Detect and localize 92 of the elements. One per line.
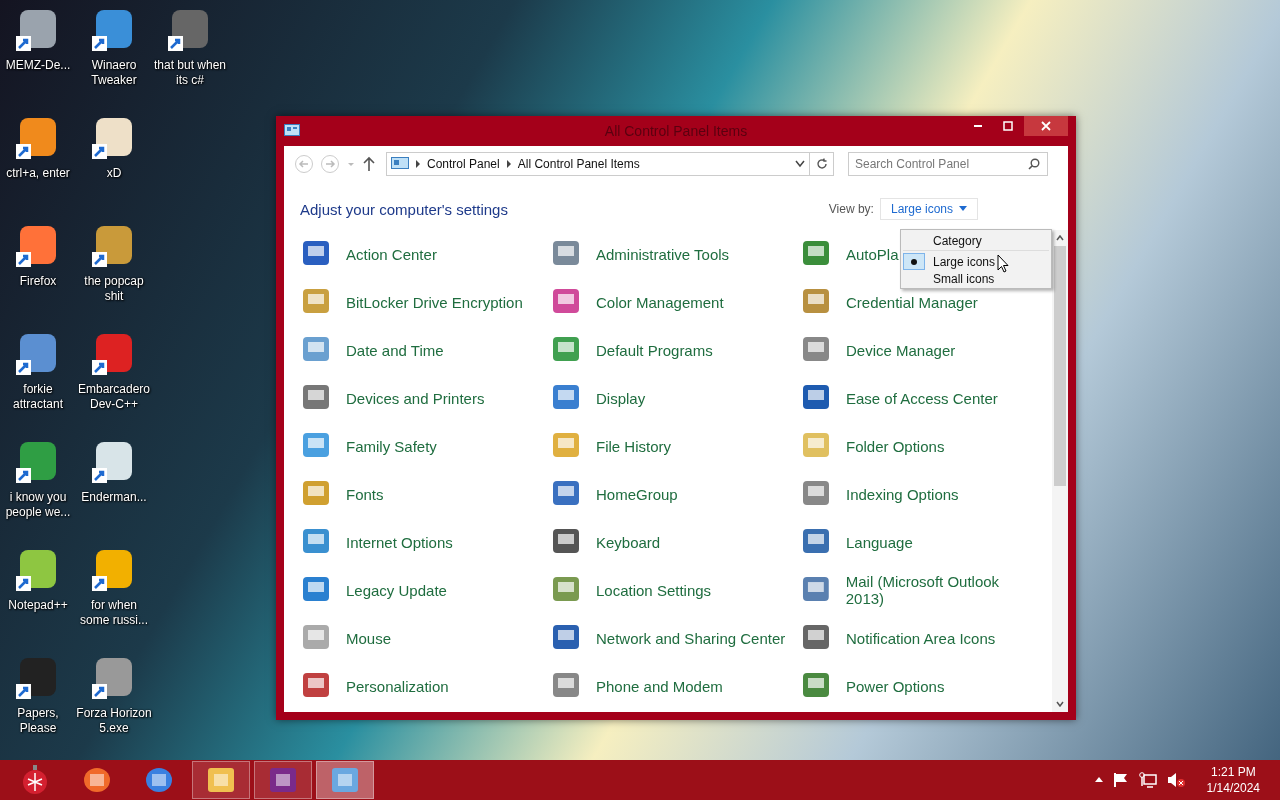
address-bar[interactable]: Control Panel All Control Panel Items — [386, 152, 810, 176]
close-button[interactable] — [1024, 116, 1068, 136]
app-icon — [330, 765, 360, 795]
desktop-shortcut[interactable]: i know you people we... — [0, 436, 76, 522]
control-panel-icon — [391, 157, 409, 171]
flag-icon[interactable] — [1112, 773, 1129, 787]
settings-item[interactable]: Ease of Access Center — [800, 381, 998, 415]
scrollbar-thumb[interactable] — [1054, 246, 1066, 486]
desktop-shortcut[interactable]: Embarcadero Dev-C++ — [76, 328, 152, 414]
settings-item[interactable]: Language — [800, 525, 913, 559]
menu-item[interactable]: Small icons — [903, 270, 1049, 287]
settings-item[interactable]: Network and Sharing Center — [550, 621, 786, 655]
mouse-cursor-icon — [997, 254, 1009, 273]
settings-item[interactable]: HomeGroup — [550, 477, 678, 511]
chevron-down-icon[interactable] — [795, 160, 805, 168]
control-panel-icon — [284, 124, 300, 138]
settings-item[interactable]: Phone and Modem — [550, 669, 723, 703]
settings-item[interactable]: Mail (Microsoft Outlook 2013) — [800, 573, 1040, 607]
window-title: All Control Panel Items — [603, 123, 749, 139]
scrollbar[interactable] — [1052, 230, 1068, 712]
up-button[interactable] — [362, 156, 376, 172]
chevron-down-icon — [1056, 701, 1064, 707]
settings-item[interactable]: File History — [550, 429, 671, 463]
page-heading: Adjust your computer's settings — [300, 200, 508, 218]
chevron-up-icon — [1056, 235, 1064, 241]
bullet-icon — [911, 258, 917, 265]
clock-time: 1:21 PM — [1210, 764, 1256, 780]
breadcrumb-item[interactable]: Control Panel — [427, 157, 500, 171]
search-icon — [1028, 158, 1040, 170]
settings-item[interactable]: AutoPla — [800, 237, 899, 271]
chevron-icon — [505, 160, 512, 168]
network-icon[interactable] — [1138, 772, 1157, 788]
settings-item[interactable]: Default Programs — [550, 333, 713, 367]
caret-up-icon[interactable] — [1094, 777, 1103, 783]
settings-item[interactable]: Device Manager — [800, 333, 956, 367]
desktop-shortcut[interactable]: Winaero Tweaker — [76, 4, 152, 90]
app-icon — [206, 765, 236, 795]
settings-item[interactable]: Folder Options — [800, 429, 945, 463]
settings-item[interactable]: Devices and Printers — [300, 381, 485, 415]
breadcrumb-item[interactable]: All Control Panel Items — [517, 157, 640, 171]
maximize-icon — [1003, 121, 1013, 131]
desktop-shortcut[interactable]: for when some russi... — [76, 544, 152, 630]
refresh-icon — [815, 158, 828, 170]
desktop-shortcut[interactable]: Enderman... — [76, 436, 152, 507]
app-icon — [82, 765, 112, 795]
settings-item[interactable]: Notification Area Icons — [800, 621, 996, 655]
menu-item[interactable]: Category — [903, 231, 1049, 251]
desktop-shortcut[interactable]: Firefox — [0, 220, 76, 291]
taskbar-clock[interactable]: 1:21 PM 1/14/2024 — [1206, 764, 1260, 796]
desktop-shortcut[interactable]: MEMZ-De... — [0, 4, 76, 75]
settings-item[interactable]: Legacy Update — [300, 573, 447, 607]
settings-item[interactable]: Date and Time — [300, 333, 444, 367]
settings-item[interactable]: Location Settings — [550, 573, 712, 607]
close-icon — [1041, 121, 1051, 131]
settings-item[interactable]: Indexing Options — [800, 477, 959, 511]
desktop-shortcut[interactable]: Papers, Please — [0, 652, 76, 738]
taskbar-button[interactable] — [254, 761, 312, 799]
settings-item[interactable]: Mouse — [300, 621, 392, 655]
app-icon — [144, 765, 174, 795]
app-icon — [268, 765, 298, 795]
settings-item[interactable]: Personalization — [300, 669, 449, 703]
settings-item[interactable]: Color Management — [550, 285, 724, 319]
settings-item[interactable]: BitLocker Drive Encryption — [300, 285, 523, 319]
refresh-button[interactable] — [810, 152, 834, 176]
desktop-shortcut[interactable]: Notepad++ — [0, 544, 76, 615]
settings-item[interactable]: Keyboard — [550, 525, 661, 559]
settings-item[interactable]: Action Center — [300, 237, 437, 271]
desktop-shortcut[interactable]: the popcap shit — [76, 220, 152, 306]
menu-item[interactable]: Large icons — [903, 253, 1049, 270]
settings-item[interactable]: Administrative Tools — [550, 237, 730, 271]
up-arrow-icon — [362, 156, 376, 172]
minimize-icon — [973, 125, 983, 127]
ornament-icon — [22, 765, 48, 795]
settings-item[interactable]: Family Safety — [300, 429, 437, 463]
caret-icon — [959, 206, 967, 212]
settings-item[interactable]: Internet Options — [300, 525, 453, 559]
desktop-shortcut[interactable]: xD — [76, 112, 152, 183]
view-dropdown[interactable]: Large icons — [879, 198, 978, 220]
desktop-shortcut[interactable]: forkie attractant — [0, 328, 76, 414]
taskbar-button[interactable] — [316, 761, 374, 799]
taskbar-button[interactable] — [192, 761, 250, 799]
settings-item[interactable]: Display — [550, 381, 646, 415]
chevron-icon — [415, 160, 421, 168]
desktop-shortcut[interactable]: Forza Horizon 5.exe — [76, 652, 152, 738]
settings-item[interactable]: Power Options — [800, 669, 945, 703]
muted-speaker-icon[interactable] — [1166, 772, 1185, 788]
desktop-shortcut[interactable]: ctrl+a, enter — [0, 112, 76, 183]
view-by-label: View by: — [828, 202, 874, 216]
desktop-shortcut[interactable]: that but when its c# — [152, 4, 228, 90]
search-field[interactable]: Search Control Panel — [848, 152, 1048, 176]
settings-item[interactable]: Fonts — [300, 477, 384, 511]
clock-date: 1/14/2024 — [1206, 780, 1260, 796]
